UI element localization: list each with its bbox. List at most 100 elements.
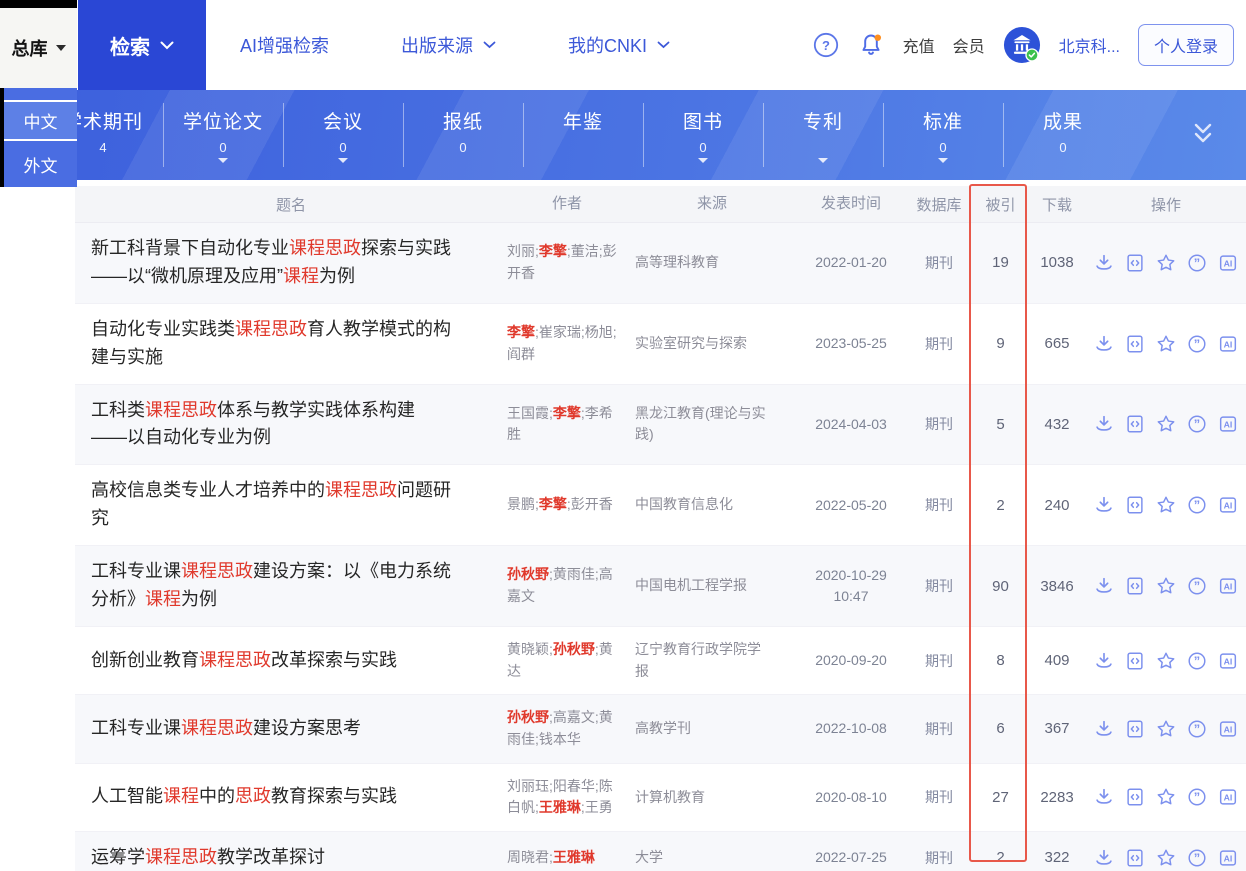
nav-my-cnki[interactable]: 我的CNKI (568, 32, 670, 58)
result-source-link[interactable]: 辽宁教育行政学院学报 (635, 639, 771, 682)
result-source-link[interactable]: 高教学刊 (635, 718, 691, 740)
result-authors[interactable]: 周晓君;王雅琳 (507, 847, 627, 869)
expand-tabs-button[interactable] (1186, 118, 1220, 153)
result-cited-count[interactable]: 6 (996, 720, 1004, 737)
org-name-link[interactable]: 北京科... (1059, 33, 1120, 57)
cite-quote-icon[interactable]: ” (1186, 494, 1208, 516)
collect-star-icon[interactable] (1155, 786, 1177, 808)
ai-icon[interactable]: AI (1217, 494, 1239, 516)
html-read-icon[interactable] (1124, 575, 1146, 597)
result-title-link[interactable]: 新工科背景下自动化专业课程思政探索与实践 ——以“微机原理及应用”课程为例 (91, 235, 461, 291)
cite-quote-icon[interactable]: ” (1186, 333, 1208, 355)
html-read-icon[interactable] (1124, 333, 1146, 355)
ai-icon[interactable]: AI (1217, 847, 1239, 869)
result-title-link[interactable]: 人工智能课程中的思政教育探索与实践 (91, 783, 461, 811)
ai-icon[interactable]: AI (1217, 413, 1239, 435)
html-read-icon[interactable] (1124, 494, 1146, 516)
html-read-icon[interactable] (1124, 718, 1146, 740)
cite-quote-icon[interactable]: ” (1186, 786, 1208, 808)
html-read-icon[interactable] (1124, 650, 1146, 672)
search-menu-button[interactable]: 检索 (78, 0, 206, 90)
collect-star-icon[interactable] (1155, 650, 1177, 672)
cite-quote-icon[interactable]: ” (1186, 413, 1208, 435)
ai-icon[interactable]: AI (1217, 333, 1239, 355)
result-source-link[interactable]: 实验室研究与探索 (635, 333, 747, 355)
result-cited-count[interactable]: 19 (992, 254, 1009, 271)
ai-icon[interactable]: AI (1217, 252, 1239, 274)
download-icon[interactable] (1093, 718, 1115, 740)
database-scope-button[interactable]: 总库 (0, 8, 77, 88)
cite-quote-icon[interactable]: ” (1186, 252, 1208, 274)
download-icon[interactable] (1093, 333, 1115, 355)
result-title-link[interactable]: 工科专业课课程思政建设方案思考 (91, 715, 461, 743)
collect-star-icon[interactable] (1155, 252, 1177, 274)
result-cited-count[interactable]: 8 (996, 652, 1004, 669)
result-source-link[interactable]: 中国教育信息化 (635, 494, 733, 516)
member-link[interactable]: 会员 (953, 33, 985, 57)
cite-quote-icon[interactable]: ” (1186, 650, 1208, 672)
html-read-icon[interactable] (1124, 252, 1146, 274)
category-tab[interactable]: 专利 (763, 90, 883, 180)
result-source-link[interactable]: 中国电机工程学报 (635, 575, 747, 597)
ai-icon[interactable]: AI (1217, 786, 1239, 808)
result-authors[interactable]: 王国霞;李擎;李希胜 (507, 403, 627, 446)
recharge-link[interactable]: 充值 (903, 33, 935, 57)
personal-login-button[interactable]: 个人登录 (1137, 24, 1234, 66)
result-cited-count[interactable]: 90 (992, 578, 1009, 595)
download-icon[interactable] (1093, 786, 1115, 808)
result-title-link[interactable]: 自动化专业实践类课程思政育人教学模式的构建与实施 (91, 316, 461, 372)
cite-quote-icon[interactable]: ” (1186, 847, 1208, 869)
result-source-link[interactable]: 高等理科教育 (635, 252, 719, 274)
lang-item-foreign[interactable]: 外文 (4, 141, 77, 187)
result-title-link[interactable]: 工科专业课课程思政建设方案：以《电力系统分析》课程为例 (91, 558, 461, 614)
html-read-icon[interactable] (1124, 413, 1146, 435)
result-cited-count[interactable]: 2 (996, 497, 1004, 514)
download-icon[interactable] (1093, 413, 1115, 435)
result-cited-count[interactable]: 5 (996, 416, 1004, 433)
collect-star-icon[interactable] (1155, 494, 1177, 516)
category-tab[interactable]: 年鉴 (523, 90, 643, 180)
download-icon[interactable] (1093, 847, 1115, 869)
category-tab[interactable]: 会议 0 (283, 90, 403, 180)
ai-icon[interactable]: AI (1217, 575, 1239, 597)
download-icon[interactable] (1093, 575, 1115, 597)
result-authors[interactable]: 刘丽珏;阳春华;陈白帆;王雅琳;王勇 (507, 776, 627, 819)
category-tab[interactable]: 成果 0 (1003, 90, 1123, 180)
result-title-link[interactable]: 工科类课程思政体系与教学实践体系构建 ——以自动化专业为例 (91, 397, 461, 453)
institution-avatar[interactable] (1003, 26, 1041, 64)
category-tab[interactable]: 报纸 0 (403, 90, 523, 180)
download-icon[interactable] (1093, 494, 1115, 516)
lang-item-chinese[interactable]: 中文 (4, 100, 77, 141)
ai-icon[interactable]: AI (1217, 718, 1239, 740)
download-icon[interactable] (1093, 650, 1115, 672)
html-read-icon[interactable] (1124, 786, 1146, 808)
html-read-icon[interactable] (1124, 847, 1146, 869)
category-tab[interactable]: 图书 0 (643, 90, 763, 180)
result-title-link[interactable]: 创新创业教育课程思政改革探索与实践 (91, 647, 461, 675)
result-cited-count[interactable]: 2 (996, 849, 1004, 866)
nav-publication-source[interactable]: 出版来源 (401, 32, 496, 58)
result-cited-count[interactable]: 9 (996, 335, 1004, 352)
result-source-link[interactable]: 大学 (635, 847, 663, 869)
result-authors[interactable]: 李擎;崔家瑞;杨旭;阎群 (507, 322, 627, 365)
result-source-link[interactable]: 黑龙江教育(理论与实践) (635, 403, 771, 446)
collect-star-icon[interactable] (1155, 333, 1177, 355)
download-icon[interactable] (1093, 252, 1115, 274)
collect-star-icon[interactable] (1155, 413, 1177, 435)
result-authors[interactable]: 景鹏;李擎;彭开香 (507, 494, 627, 516)
result-authors[interactable]: 黄晓颖;孙秋野;黄达 (507, 639, 627, 682)
result-cited-count[interactable]: 27 (992, 789, 1009, 806)
cite-quote-icon[interactable]: ” (1186, 575, 1208, 597)
result-authors[interactable]: 刘丽;李擎;董洁;彭开香 (507, 241, 627, 284)
result-source-link[interactable]: 计算机教育 (635, 787, 705, 809)
result-authors[interactable]: 孙秋野;高嘉文;黄雨佳;钱本华 (507, 707, 627, 750)
category-tab[interactable]: 标准 0 (883, 90, 1003, 180)
result-authors[interactable]: 孙秋野;黄雨佳;高嘉文 (507, 564, 627, 607)
category-tab[interactable]: 学位论文 0 (163, 90, 283, 180)
nav-ai-search[interactable]: AI增强检索 (240, 32, 329, 58)
result-title-link[interactable]: 运筹学课程思政教学改革探讨 (91, 844, 461, 871)
notification-bell-icon[interactable] (857, 31, 885, 59)
collect-star-icon[interactable] (1155, 575, 1177, 597)
collect-star-icon[interactable] (1155, 718, 1177, 740)
ai-icon[interactable]: AI (1217, 650, 1239, 672)
